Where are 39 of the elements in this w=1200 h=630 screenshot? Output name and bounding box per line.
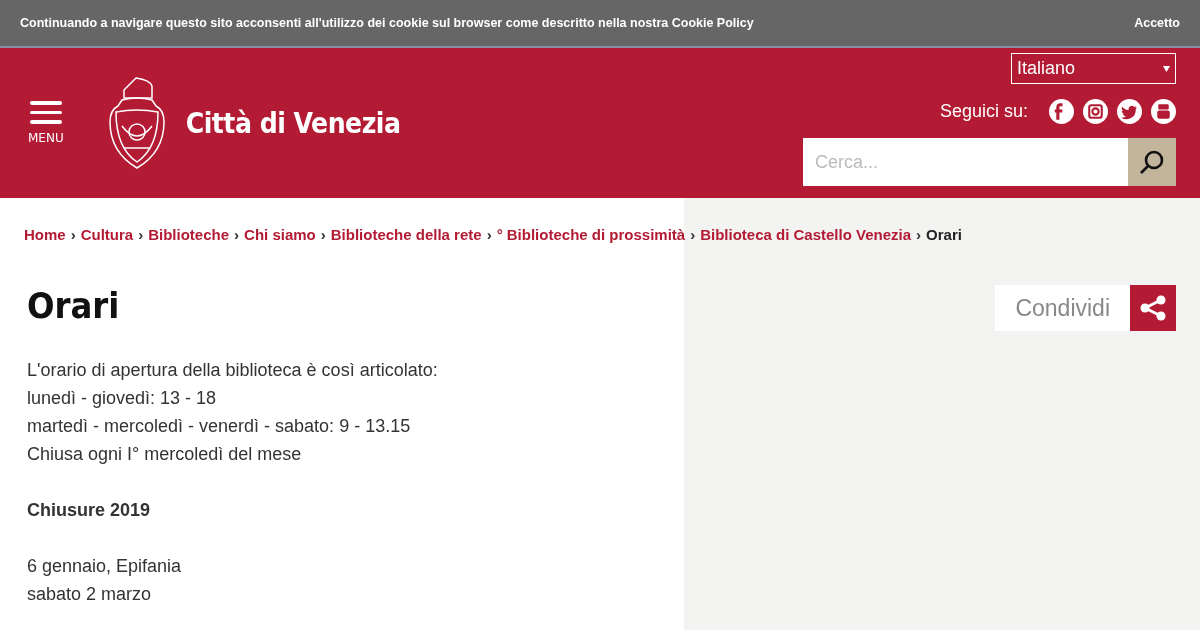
search-button[interactable] [1128, 138, 1176, 186]
share-icon [1139, 294, 1167, 322]
breadcrumb-separator: › [70, 226, 76, 243]
text-line: 6 gennaio, Epifania [27, 555, 183, 578]
breadcrumb-separator: › [916, 226, 922, 243]
site-title[interactable]: Città di Venezia [185, 106, 401, 140]
breadcrumb-current: Orari [926, 226, 962, 243]
breadcrumb-link[interactable]: Cultura [80, 226, 134, 243]
facebook-icon[interactable] [1049, 99, 1074, 124]
search-icon [1139, 149, 1165, 175]
caret-icon [1163, 65, 1170, 72]
breadcrumb-link[interactable]: Home [24, 226, 66, 243]
breadcrumb-separator: › [486, 226, 492, 243]
breadcrumb-separator: › [690, 226, 696, 243]
text-line: Chiusa ogni I° mercoledì del mese [27, 443, 303, 466]
breadcrumb-link[interactable]: Biblioteca di Castello Venezia [700, 226, 912, 243]
breadcrumb-separator: › [234, 226, 240, 243]
section-heading: Chiusure 2019 [27, 499, 152, 522]
share-button[interactable] [1130, 285, 1176, 331]
menu-button[interactable]: MENU [28, 101, 64, 145]
breadcrumb-separator: › [320, 226, 326, 243]
page-title: Orari [27, 285, 121, 326]
text-line: martedì - mercoledì - venerdì - sabato: 9 - 13.15 [27, 415, 412, 438]
text-line: sabato 2 marzo [27, 583, 153, 606]
twitter-icon[interactable] [1117, 99, 1142, 124]
text-line: L'orario di apertura della biblioteca è così articolato: [27, 359, 438, 382]
breadcrumb-separator: › [138, 226, 144, 243]
breadcrumb-link[interactable]: Biblioteche [148, 226, 230, 243]
accept-button[interactable]: Accetto [1134, 16, 1180, 30]
follow-label: Seguici su: [939, 101, 1028, 122]
cookie-message: Continuando a navigare questo sito acconsenti all'utilizzo dei cookie sul browser come descritto nella nostra Cookie Policy [20, 16, 754, 30]
breadcrumb-link[interactable]: Biblioteche della rete [330, 226, 482, 243]
breadcrumb-link[interactable]: Chi siamo [244, 226, 316, 243]
language-select[interactable]: Italiano [1011, 53, 1176, 84]
share-label-button[interactable]: Condividi [995, 285, 1130, 331]
text-line: lunedì - giovedì: 13 - 18 [27, 387, 218, 410]
instagram-icon[interactable] [1083, 99, 1108, 124]
breadcrumb-link[interactable]: ° Biblioteche di prossimità [496, 226, 686, 243]
search-field[interactable]: Cerca... [803, 138, 1128, 186]
